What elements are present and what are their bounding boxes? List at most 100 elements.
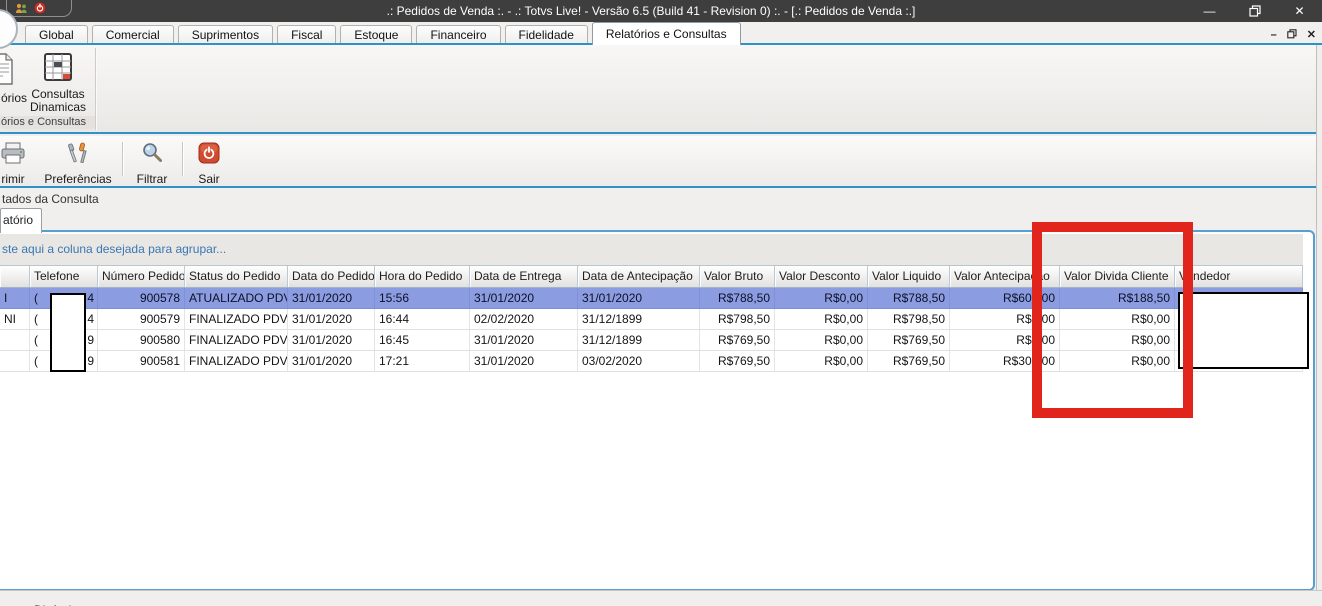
- column-header-numero[interactable]: Número Pedido: [98, 266, 185, 287]
- application-window: .: Pedidos de Venda :. - .: Totvs Live! …: [0, 0, 1322, 606]
- cell-cliente[interactable]: I: [0, 288, 30, 308]
- cell-data_entrega[interactable]: 31/01/2020: [470, 351, 578, 371]
- preferencias-button[interactable]: Preferências: [42, 136, 114, 186]
- cell-data_antecipacao[interactable]: 31/12/1899: [578, 330, 700, 350]
- cell-cliente[interactable]: [0, 330, 30, 350]
- cell-data_antecipacao[interactable]: 31/12/1899: [578, 309, 700, 329]
- filtrar-button[interactable]: Filtrar: [128, 136, 176, 186]
- cell-numero[interactable]: 900578: [98, 288, 185, 308]
- column-header-telefone[interactable]: Telefone: [30, 266, 98, 287]
- mdi-close-button[interactable]: ✕: [1307, 30, 1316, 41]
- cell-status[interactable]: FINALIZADO PDV: [185, 351, 288, 371]
- column-header-status[interactable]: Status do Pedido: [185, 266, 288, 287]
- minimize-button[interactable]: —: [1187, 0, 1232, 22]
- exit-power-icon: [188, 142, 230, 169]
- cell-valor_desconto[interactable]: R$0,00: [775, 351, 868, 371]
- ribbon-tab-global[interactable]: Global: [25, 25, 88, 45]
- cell-data_pedido[interactable]: 31/01/2020: [288, 309, 375, 329]
- group-by-hint: ste aqui a coluna desejada para agrupar.…: [2, 242, 227, 256]
- ribbon-tab-relat-rios-e-consultas[interactable]: Relatórios e Consultas: [591, 22, 741, 45]
- cell-valor_desconto[interactable]: R$0,00: [775, 309, 868, 329]
- search-icon: [128, 142, 176, 169]
- column-header-vendedor[interactable]: Vendedor: [1175, 266, 1303, 287]
- window-right-edge: [1316, 45, 1322, 606]
- ribbon-tab-fiscal[interactable]: Fiscal: [277, 25, 337, 45]
- dynamic-grid-icon: [44, 53, 72, 86]
- cell-data_pedido[interactable]: 31/01/2020: [288, 288, 375, 308]
- title-bar: .: Pedidos de Venda :. - .: Totvs Live! …: [0, 0, 1322, 22]
- cell-status[interactable]: ATUALIZADO PDV: [185, 288, 288, 308]
- cell-data_antecipacao[interactable]: 31/01/2020: [578, 288, 700, 308]
- column-header-valor_bruto[interactable]: Valor Bruto: [700, 266, 775, 287]
- cell-valor_bruto[interactable]: R$788,50: [700, 288, 775, 308]
- cell-data_entrega[interactable]: 31/01/2020: [470, 288, 578, 308]
- cell-valor_liquido[interactable]: R$769,50: [868, 330, 950, 350]
- cell-data_pedido[interactable]: 31/01/2020: [288, 351, 375, 371]
- close-button[interactable]: ✕: [1277, 0, 1322, 22]
- ribbon-tab-comercial[interactable]: Comercial: [91, 25, 174, 45]
- ribbon-group-separator: [95, 48, 97, 130]
- imprimir-button[interactable]: rimir: [0, 136, 44, 186]
- tab-relatorio[interactable]: atório: [0, 208, 42, 233]
- tools-icon: [42, 142, 114, 169]
- report-document-icon: [0, 53, 14, 90]
- highlight-rectangle: [1032, 222, 1193, 418]
- cell-hora_pedido[interactable]: 16:45: [375, 330, 470, 350]
- column-header-data_antecipacao[interactable]: Data de Antecipação: [578, 266, 700, 287]
- cell-status[interactable]: FINALIZADO PDV: [185, 309, 288, 329]
- cell-data_pedido[interactable]: 31/01/2020: [288, 330, 375, 350]
- cell-hora_pedido[interactable]: 16:44: [375, 309, 470, 329]
- cell-numero[interactable]: 900580: [98, 330, 185, 350]
- bottom-status-strip: Dinâmica: [0, 590, 1322, 606]
- ribbon-tab-estoque[interactable]: Estoque: [340, 25, 413, 45]
- cell-valor_desconto[interactable]: R$0,00: [775, 330, 868, 350]
- cell-hora_pedido[interactable]: 17:21: [375, 351, 470, 371]
- ribbon-tab-financeiro[interactable]: Financeiro: [416, 25, 501, 45]
- cell-status[interactable]: FINALIZADO PDV: [185, 330, 288, 350]
- groupbox-label: tados da Consulta: [2, 192, 99, 206]
- cell-valor_bruto[interactable]: R$798,50: [700, 309, 775, 329]
- cell-cliente[interactable]: [0, 351, 30, 371]
- imprimir-button-label: rimir: [1, 172, 25, 186]
- cell-valor_liquido[interactable]: R$798,50: [868, 309, 950, 329]
- toolbar-separator: [122, 142, 124, 176]
- mdi-minimize-button[interactable]: –: [1271, 30, 1277, 41]
- sair-button-label: Sair: [198, 172, 220, 186]
- cell-data_antecipacao[interactable]: 03/02/2020: [578, 351, 700, 371]
- cell-cliente[interactable]: NI: [0, 309, 30, 329]
- filtrar-button-label: Filtrar: [136, 172, 168, 186]
- mdi-restore-button[interactable]: [1287, 29, 1297, 42]
- report-toolbar: rimir Preferências Filtrar Sair: [0, 136, 1322, 188]
- cell-numero[interactable]: 900581: [98, 351, 185, 371]
- cell-valor_liquido[interactable]: R$788,50: [868, 288, 950, 308]
- power-icon[interactable]: [34, 2, 46, 14]
- ribbon-tab-suprimentos[interactable]: Suprimentos: [177, 25, 274, 45]
- quick-access-toolbar: [6, 0, 72, 17]
- cell-valor_bruto[interactable]: R$769,50: [700, 351, 775, 371]
- cell-numero[interactable]: 900579: [98, 309, 185, 329]
- column-header-hora_pedido[interactable]: Hora do Pedido: [375, 266, 470, 287]
- cell-valor_liquido[interactable]: R$769,50: [868, 351, 950, 371]
- consultas-dinamicas-button[interactable]: Consultas Dinamicas: [27, 51, 89, 123]
- ribbon-tab-fidelidade[interactable]: Fidelidade: [504, 25, 588, 45]
- ribbon: órios Consultas Dinamicas órios e Consul…: [0, 45, 1322, 134]
- cell-data_entrega[interactable]: 02/02/2020: [470, 309, 578, 329]
- printer-icon: [0, 142, 44, 169]
- window-title: .: Pedidos de Venda :. - .: Totvs Live! …: [386, 4, 916, 18]
- ribbon-group-footer: órios e Consultas: [0, 116, 95, 129]
- cell-valor_bruto[interactable]: R$769,50: [700, 330, 775, 350]
- users-icon[interactable]: [15, 3, 28, 14]
- column-header-data_pedido[interactable]: Data do Pedido: [288, 266, 375, 287]
- toolbar-separator: [182, 142, 184, 176]
- column-header-cliente[interactable]: [0, 266, 30, 287]
- column-header-valor_liquido[interactable]: Valor Liquido: [868, 266, 950, 287]
- cell-hora_pedido[interactable]: 15:56: [375, 288, 470, 308]
- sair-button[interactable]: Sair: [188, 136, 230, 186]
- column-header-data_entrega[interactable]: Data de Entrega: [470, 266, 578, 287]
- relatorios-button-label: órios: [1, 91, 28, 105]
- cell-data_entrega[interactable]: 31/01/2020: [470, 330, 578, 350]
- cell-valor_desconto[interactable]: R$0,00: [775, 288, 868, 308]
- preferencias-button-label: Preferências: [44, 172, 112, 186]
- column-header-valor_desconto[interactable]: Valor Desconto: [775, 266, 868, 287]
- restore-button[interactable]: [1232, 0, 1277, 22]
